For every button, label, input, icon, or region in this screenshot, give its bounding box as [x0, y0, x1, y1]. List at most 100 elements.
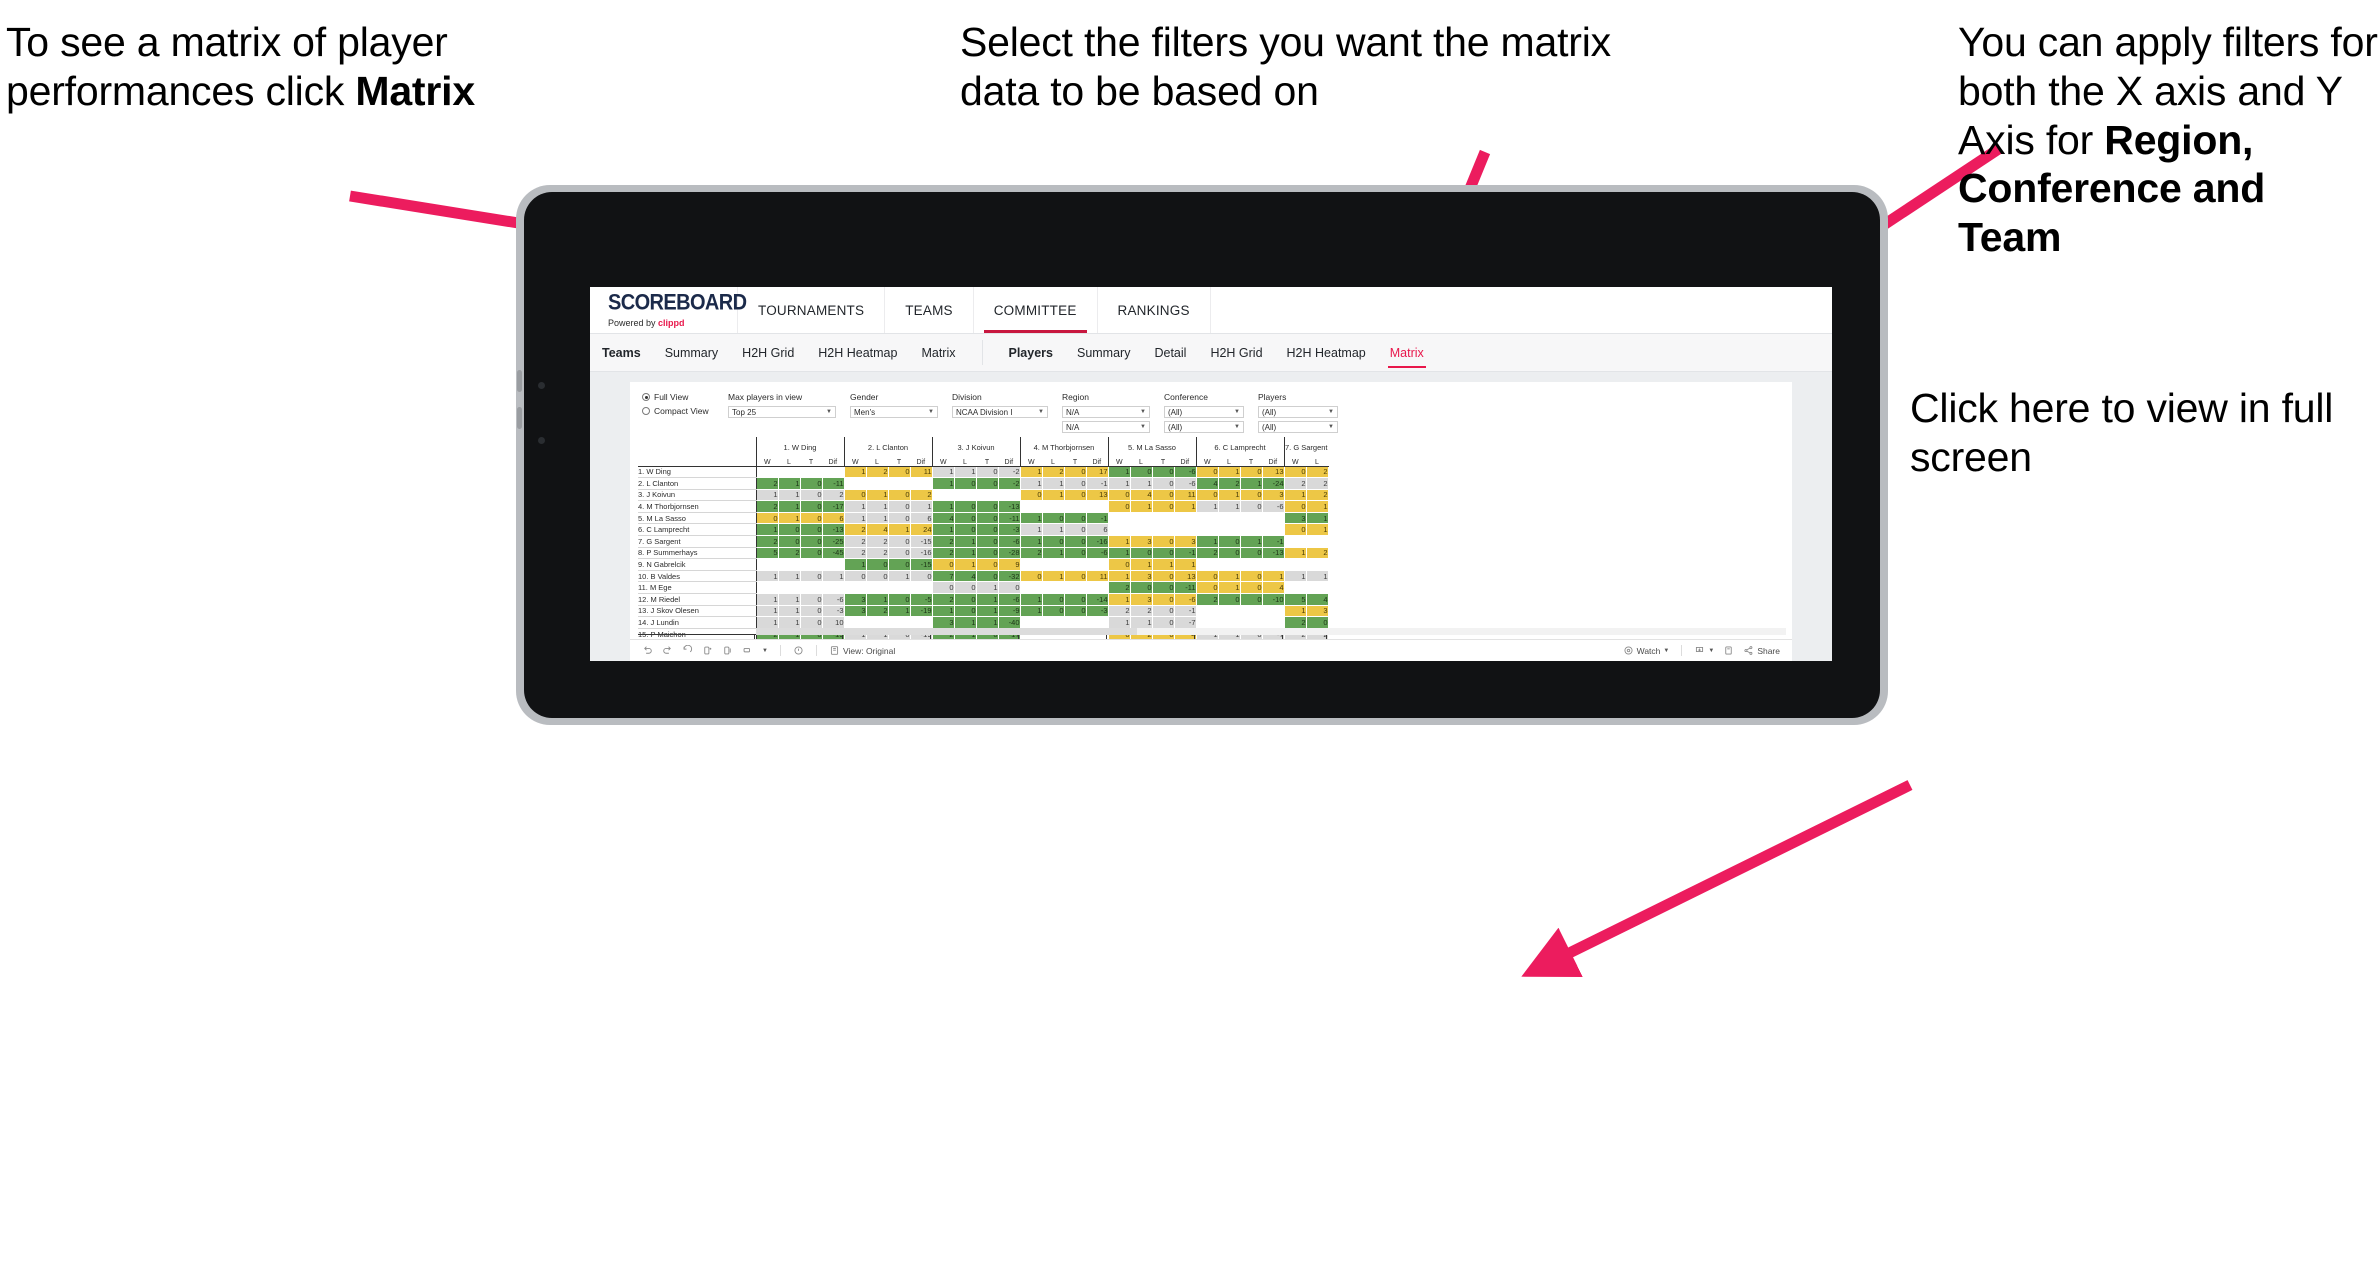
matrix-cell[interactable]: 0: [1042, 605, 1065, 618]
matrix-cell[interactable]: -11: [822, 477, 845, 490]
matrix-cell[interactable]: 1: [843, 500, 867, 513]
matrix-cell[interactable]: 0: [1064, 477, 1087, 490]
matrix-cell[interactable]: 1: [1306, 523, 1329, 537]
matrix-cell[interactable]: 1: [866, 500, 889, 513]
matrix-cell[interactable]: 1: [931, 523, 955, 537]
matrix-cell-empty[interactable]: [1042, 500, 1065, 513]
matrix-cell-empty[interactable]: [843, 616, 867, 629]
matrix-cell-empty[interactable]: [910, 477, 933, 490]
matrix-cell[interactable]: -1: [1174, 605, 1197, 618]
matrix-cell[interactable]: 0: [1195, 581, 1219, 595]
matrix-cell[interactable]: 1: [931, 466, 955, 479]
matrix-cell[interactable]: 2: [866, 547, 889, 560]
matrix-cell[interactable]: 0: [800, 489, 823, 502]
matrix-cell[interactable]: 1: [1019, 605, 1043, 618]
matrix-cell[interactable]: 4: [954, 570, 977, 583]
matrix-cell[interactable]: 1: [1042, 570, 1065, 583]
nav-teams[interactable]: TEAMS: [885, 287, 974, 333]
matrix-cell[interactable]: 0: [800, 593, 823, 606]
matrix-cell-empty[interactable]: [1107, 523, 1131, 537]
matrix-cell-empty[interactable]: [1174, 523, 1197, 537]
matrix-cell[interactable]: 3: [843, 593, 867, 606]
matrix-cell[interactable]: 1: [755, 523, 779, 537]
matrix-cell-empty[interactable]: [931, 489, 955, 502]
matrix-cell[interactable]: -7: [1174, 616, 1197, 629]
matrix-cell[interactable]: 1: [843, 466, 867, 479]
matrix-cell[interactable]: 1: [888, 523, 911, 537]
matrix-cell[interactable]: 4: [1130, 489, 1153, 502]
matrix-cell[interactable]: 0: [888, 500, 911, 513]
matrix-cell[interactable]: 0: [1064, 535, 1087, 548]
matrix-cell[interactable]: 1: [1195, 500, 1219, 513]
matrix-cell[interactable]: -6: [1086, 547, 1109, 560]
matrix-cell[interactable]: 0: [888, 593, 911, 606]
matrix-cell[interactable]: 1: [1306, 500, 1329, 513]
matrix-cell[interactable]: 2: [843, 523, 867, 537]
matrix-cell[interactable]: 2: [1195, 593, 1219, 606]
matrix-scroll-area[interactable]: 1. W Ding 2. L Clanton 3. J Koivun 4. M Tho…: [630, 437, 1792, 639]
matrix-cell-empty[interactable]: [866, 616, 889, 629]
matrix-cell[interactable]: -1: [1086, 512, 1109, 525]
matrix-cell[interactable]: 1: [778, 616, 801, 629]
matrix-cell[interactable]: 1: [976, 605, 999, 618]
matrix-cell[interactable]: 1: [1130, 558, 1153, 571]
matrix-cell-empty[interactable]: [822, 466, 845, 479]
filter-select-players-y[interactable]: (All) ▼: [1258, 421, 1338, 433]
matrix-cell[interactable]: 2: [1107, 605, 1131, 618]
matrix-cell[interactable]: 0: [954, 581, 977, 595]
matrix-cell-empty[interactable]: [1086, 581, 1109, 595]
matrix-cell[interactable]: 0: [1240, 466, 1263, 479]
matrix-cell[interactable]: 2: [931, 535, 955, 548]
matrix-cell[interactable]: 1: [1130, 477, 1153, 490]
matrix-cell[interactable]: 3: [1262, 489, 1285, 502]
matrix-cell[interactable]: 0: [1283, 500, 1307, 513]
matrix-cell[interactable]: -2: [998, 477, 1021, 490]
matrix-cell[interactable]: 0: [1064, 593, 1087, 606]
matrix-cell[interactable]: 0: [1195, 570, 1219, 583]
matrix-cell[interactable]: 1: [755, 605, 779, 618]
matrix-cell[interactable]: 1: [1283, 605, 1307, 618]
matrix-cell[interactable]: 4: [1195, 477, 1219, 490]
chevron-down-icon[interactable]: ▼: [928, 409, 934, 415]
matrix-cell[interactable]: 0: [1152, 477, 1175, 490]
matrix-cell-empty[interactable]: [954, 489, 977, 502]
matrix-cell[interactable]: 0: [954, 477, 977, 490]
matrix-cell-empty[interactable]: [910, 581, 933, 595]
matrix-cell[interactable]: 3: [1283, 512, 1307, 525]
matrix-horizontal-scrollbar[interactable]: [756, 628, 1786, 635]
matrix-cell[interactable]: 1: [1283, 547, 1307, 560]
matrix-cell[interactable]: 1: [1042, 547, 1065, 560]
matrix-cell[interactable]: -3: [1086, 605, 1109, 618]
matrix-cell-empty[interactable]: [822, 558, 845, 571]
matrix-cell[interactable]: 0: [931, 558, 955, 571]
nav-committee[interactable]: COMMITTEE: [974, 287, 1098, 333]
matrix-cell[interactable]: -11: [1174, 581, 1197, 595]
matrix-cell-empty[interactable]: [800, 466, 823, 479]
matrix-cell[interactable]: 1: [976, 581, 999, 595]
matrix-cell[interactable]: 1: [1107, 593, 1131, 606]
matrix-cell[interactable]: 1: [1107, 570, 1131, 583]
matrix-cell[interactable]: 0: [1064, 489, 1087, 502]
matrix-cell[interactable]: -1: [1174, 547, 1197, 560]
matrix-cell[interactable]: -14: [1086, 593, 1109, 606]
matrix-cell-empty[interactable]: [1195, 616, 1219, 629]
matrix-cell-empty[interactable]: [778, 558, 801, 571]
matrix-cell-empty[interactable]: [1306, 535, 1329, 548]
matrix-cell[interactable]: 1: [866, 512, 889, 525]
download-button[interactable]: ▼: [1694, 645, 1714, 656]
matrix-cell[interactable]: 2: [1195, 547, 1219, 560]
matrix-cell-empty[interactable]: [888, 581, 911, 595]
subnav-teams-h2h-grid[interactable]: H2H Grid: [730, 334, 806, 371]
matrix-cell[interactable]: -9: [998, 605, 1021, 618]
matrix-cell[interactable]: 10: [822, 616, 845, 629]
matrix-cell-empty[interactable]: [1064, 558, 1087, 571]
matrix-cell[interactable]: 0: [800, 523, 823, 537]
matrix-cell[interactable]: 0: [1130, 547, 1153, 560]
matrix-cell[interactable]: 1: [888, 605, 911, 618]
view-dropdown-icon[interactable]: [742, 645, 753, 656]
subnav-players-h2h-heatmap[interactable]: H2H Heatmap: [1275, 334, 1378, 371]
matrix-cell[interactable]: 0: [1283, 523, 1307, 537]
matrix-cell[interactable]: 1: [1130, 500, 1153, 513]
matrix-cell[interactable]: 0: [1064, 512, 1087, 525]
matrix-cell[interactable]: -19: [910, 605, 933, 618]
